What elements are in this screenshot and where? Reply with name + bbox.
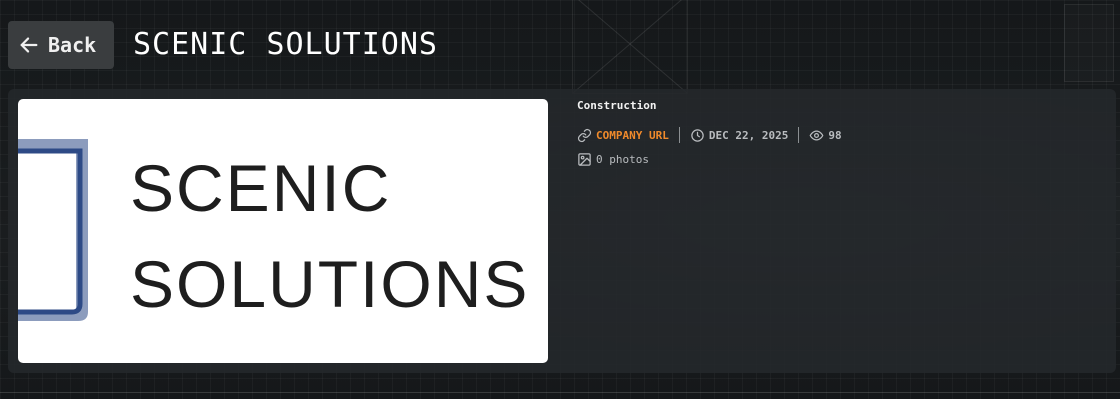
- page-title: SCENIC SOLUTIONS: [133, 27, 438, 62]
- divider: [798, 127, 800, 143]
- divider: [678, 127, 680, 143]
- back-button[interactable]: Back: [8, 21, 114, 69]
- logo-text-line1: SCENIC: [130, 151, 391, 225]
- decorative-frame: [572, 0, 688, 94]
- photos-count: 0 photos: [596, 152, 649, 166]
- listing-info: Construction COMPANY URL DEC 22, 2025 98…: [577, 99, 842, 167]
- divider: [0, 392, 1120, 393]
- category-label: Construction: [577, 99, 657, 112]
- image-icon: [577, 152, 592, 167]
- listing-card: SCENIC SOLUTIONS Construction COMPANY UR…: [8, 89, 1116, 373]
- arrow-left-icon: [18, 34, 40, 56]
- eye-icon: [809, 128, 824, 143]
- decorative-panel: [1064, 4, 1114, 82]
- listing-page: Back SCENIC SOLUTIONS SCENIC SOLUTIONS C…: [0, 0, 1120, 399]
- views-count: 98: [828, 128, 842, 142]
- meta-row: COMPANY URL DEC 22, 2025 98: [577, 127, 842, 143]
- company-url-link[interactable]: COMPANY URL: [596, 129, 669, 142]
- date-item: DEC 22, 2025: [690, 128, 788, 143]
- logo-text-line2: SOLUTIONS: [130, 247, 529, 321]
- link-icon: [577, 128, 592, 143]
- back-button-label: Back: [48, 33, 97, 57]
- views-item: 98: [809, 128, 842, 143]
- company-url-item[interactable]: COMPANY URL: [577, 128, 669, 143]
- photos-row: 0 photos: [577, 151, 842, 167]
- date-text: DEC 22, 2025: [708, 128, 789, 142]
- company-logo-image[interactable]: SCENIC SOLUTIONS: [18, 99, 548, 363]
- clock-icon: [690, 128, 705, 143]
